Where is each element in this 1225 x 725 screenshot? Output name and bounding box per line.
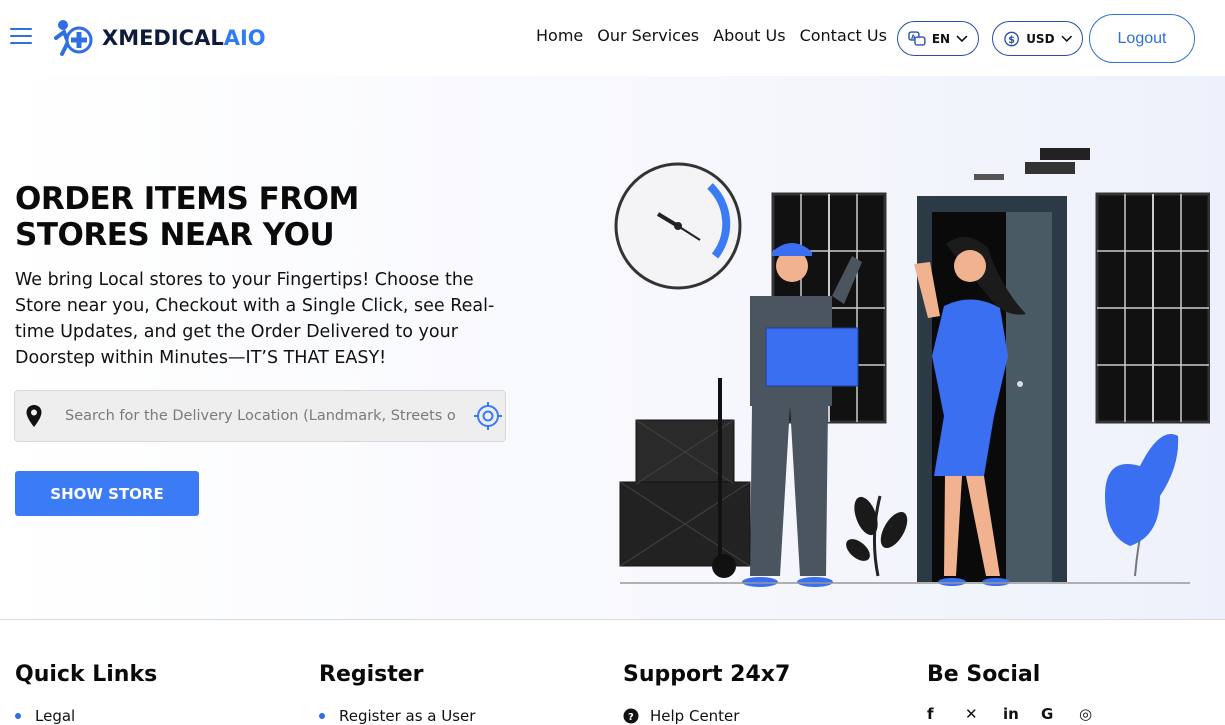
plant-illustration [846,495,908,577]
location-search-input[interactable] [65,408,457,424]
translate-icon: A [908,30,926,46]
menu-icon[interactable] [10,28,32,46]
footer-heading-quick-links: Quick Links [15,662,158,687]
show-store-button[interactable]: SHOW STORE [15,471,199,516]
svg-text:$: $ [1008,34,1015,45]
boxes-illustration [619,378,751,578]
site-header: XMEDICALAIO Home Our Services About Us C… [0,0,1225,76]
language-value: EN [931,31,951,46]
brand-logo[interactable]: XMEDICALAIO [54,18,266,58]
wall-clock-illustration [614,162,742,290]
main-nav: Home Our Services About Us Contact Us [536,26,887,45]
hero-title-line-1: ORDER ITEMS FROM [15,181,359,217]
chevron-down-icon [956,34,968,42]
footer-quick-links: Quick Links Legal [15,662,157,725]
nav-home[interactable]: Home [536,26,583,45]
site-footer: Quick Links Legal Register Register as a… [0,619,1225,725]
hero-section: ORDER ITEMS FROM STORES NEAR YOU We brin… [0,76,1225,619]
brand-name-accent: AIO [223,26,266,50]
footer-social: Be Social f ✕ in G ◎ [927,662,1095,723]
brand-name: XMEDICALAIO [102,26,266,50]
medical-person-logo-icon [54,20,93,56]
social-links: f ✕ in G ◎ [927,705,1095,723]
brand-name-dark: XMEDICAL [102,26,224,50]
footer-link-help-center[interactable]: ? Help Center [623,707,790,725]
location-pin-icon [26,405,42,427]
delivery-illustration [614,148,1210,587]
currency-selector[interactable]: $ USD [992,21,1083,56]
nav-contact-us[interactable]: Contact Us [800,26,887,45]
bullet [319,713,325,719]
linkedin-icon[interactable]: in [1003,705,1019,723]
currency-value: USD [1026,31,1055,46]
footer-link-legal[interactable]: Legal [15,707,157,725]
footer-link-label: Register as a User [339,707,476,725]
google-icon[interactable]: G [1041,705,1057,723]
footer-heading-support: Support 24x7 [623,662,791,687]
footer-register: Register Register as a User [319,662,475,725]
footer-link-label: Legal [35,707,76,725]
svg-text:A: A [911,34,916,41]
bullet [15,713,21,719]
hero-title: ORDER ITEMS FROM STORES NEAR YOU [15,181,435,253]
instagram-icon[interactable]: ◎ [1079,705,1095,723]
footer-heading-register: Register [319,662,424,687]
x-icon[interactable]: ✕ [965,705,981,723]
hero-description: We bring Local stores to your Fingertips… [15,270,495,368]
blue-leaf-illustration [1105,434,1179,577]
footer-support: Support 24x7 ? Help Center [623,662,790,725]
svg-text:?: ? [628,712,634,723]
footer-heading-social: Be Social [927,662,1041,687]
facebook-icon[interactable]: f [927,705,943,723]
hero-title-line-2: STORES NEAR YOU [15,217,335,253]
language-selector[interactable]: A EN [897,21,979,56]
footer-link-register-user[interactable]: Register as a User [319,707,475,725]
currency-exchange-icon: $ [1004,31,1019,46]
nav-about-us[interactable]: About Us [713,26,785,45]
logout-button[interactable]: Logout [1089,14,1195,63]
nav-our-services[interactable]: Our Services [597,26,699,45]
chevron-down-icon [1060,35,1072,42]
locate-me-icon[interactable] [473,401,503,431]
footer-link-label: Help Center [650,707,740,725]
delivery-location-search [14,390,506,442]
right-window-illustration [1095,192,1210,424]
